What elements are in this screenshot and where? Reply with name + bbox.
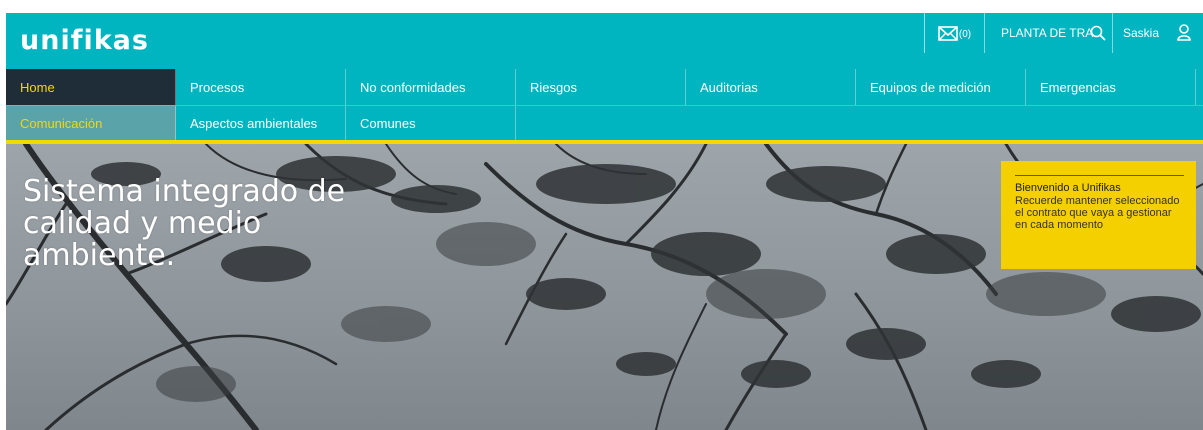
user-name: Saskia — [1123, 26, 1160, 40]
nav-comunicacion[interactable]: Comunicación — [6, 106, 176, 141]
nav-riesgos[interactable]: Riesgos — [516, 69, 686, 105]
welcome-message: Recuerde mantener seleccionado el contra… — [1015, 195, 1180, 231]
main-nav-row-2: Comunicación Aspectos ambientales Comune… — [6, 105, 1203, 141]
header-tools: (0) PLANTA DE TRATAMIENTO Saskia — [924, 13, 1203, 53]
top-header: unifikas (0) PLANTA DE TRATAMIENTO — [6, 13, 1203, 69]
nav-equipos-de-medicion[interactable]: Equipos de medición — [856, 69, 1026, 105]
unifikas-logo[interactable]: unifikas — [20, 24, 170, 58]
plant-selector[interactable]: PLANTA DE TRATAMIENTO — [985, 13, 1113, 53]
nav-auditorias[interactable]: Auditorias — [686, 69, 856, 105]
hero-title-line-1: Sistema integrado de — [23, 174, 346, 209]
hero-banner: Sistema integrado de calidad y medio amb… — [6, 144, 1203, 430]
app-window: unifikas (0) PLANTA DE TRATAMIENTO — [6, 13, 1203, 430]
message-count: (0) — [958, 28, 972, 40]
welcome-divider — [1015, 175, 1184, 176]
user-menu[interactable]: Saskia — [1113, 13, 1203, 53]
search-icon[interactable] — [1090, 25, 1106, 41]
user-icon — [1177, 24, 1191, 41]
nav-emergencias[interactable]: Emergencias — [1026, 69, 1196, 105]
nav-no-conformidades[interactable]: No conformidades — [346, 69, 516, 105]
hero-title: Sistema integrado de calidad y medio amb… — [23, 176, 383, 272]
plant-name: PLANTA DE TRATAMIENTO — [1001, 26, 1093, 40]
welcome-notice: Bienvenido a Unifikas Recuerde mantener … — [1001, 161, 1196, 269]
nav-aspectos-ambientales[interactable]: Aspectos ambientales — [176, 106, 346, 141]
hero-title-line-2: calidad y medio — [23, 206, 262, 241]
messages-button[interactable]: (0) — [925, 13, 985, 53]
main-nav-row-1: Home Procesos No conformidades Riesgos A… — [6, 69, 1203, 105]
hero-title-line-3: ambiente. — [23, 238, 176, 273]
envelope-icon — [938, 25, 958, 41]
nav-procesos[interactable]: Procesos — [176, 69, 346, 105]
nav-comunes[interactable]: Comunes — [346, 106, 516, 141]
welcome-title: Bienvenido a Unifikas — [1015, 182, 1121, 194]
nav-home[interactable]: Home — [6, 69, 176, 105]
